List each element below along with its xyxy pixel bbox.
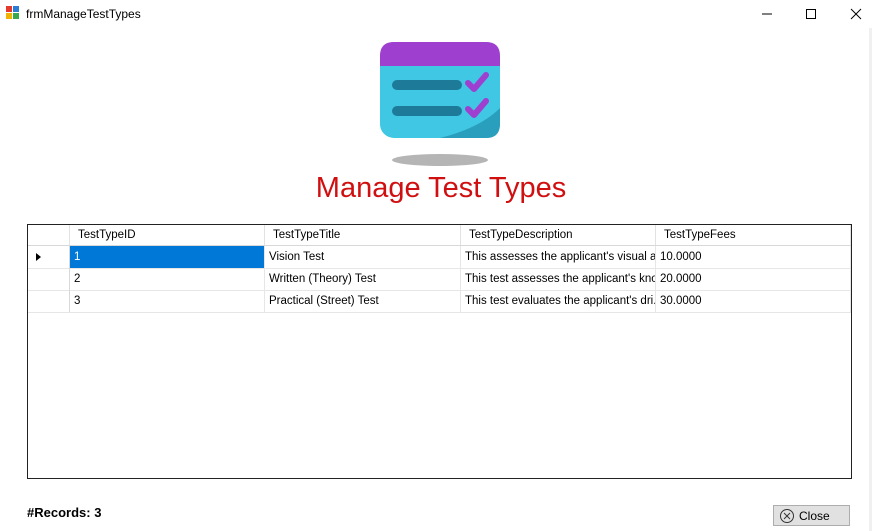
row-header-corner	[28, 225, 70, 245]
current-row-arrow-icon	[36, 253, 41, 261]
records-count: #Records: 3	[27, 505, 102, 520]
window-edge	[869, 28, 872, 531]
close-button-label: Close	[799, 508, 830, 523]
page-title: Manage Test Types	[315, 172, 567, 204]
cell-testtypetitle[interactable]: Practical (Street) Test	[265, 290, 461, 312]
minimize-button[interactable]	[744, 0, 790, 28]
row-selector[interactable]	[28, 268, 70, 290]
table-row[interactable]: 1 Vision Test This assesses the applican…	[28, 246, 851, 269]
maximize-button[interactable]	[788, 0, 834, 28]
row-selector[interactable]	[28, 290, 70, 312]
column-header-testtypedescription[interactable]: TestTypeDescription	[461, 225, 656, 245]
cell-testtypefees[interactable]: 20.0000	[656, 268, 851, 290]
cell-testtypeid[interactable]: 3	[70, 290, 265, 312]
cell-testtypeid[interactable]: 1	[70, 246, 265, 268]
window-title: frmManageTestTypes	[26, 7, 141, 21]
minimize-icon	[762, 13, 772, 15]
close-circle-icon	[780, 508, 794, 523]
app-icon	[6, 6, 20, 20]
cell-testtypetitle[interactable]: Written (Theory) Test	[265, 268, 461, 290]
column-header-testtypetitle[interactable]: TestTypeTitle	[265, 225, 461, 245]
table-row[interactable]: 3 Practical (Street) Test This test eval…	[28, 290, 851, 313]
close-icon	[850, 8, 862, 20]
cell-testtypefees[interactable]: 30.0000	[656, 290, 851, 312]
title-bar: frmManageTestTypes	[0, 0, 882, 28]
row-selector[interactable]	[28, 246, 70, 268]
cell-testtypeid[interactable]: 2	[70, 268, 265, 290]
close-button[interactable]: Close	[773, 505, 850, 526]
maximize-icon	[806, 9, 816, 19]
cell-testtypedescription[interactable]: This assesses the applicant's visual a..…	[461, 246, 656, 268]
cell-testtypedescription[interactable]: This test evaluates the applicant's dri.…	[461, 290, 656, 312]
cell-testtypedescription[interactable]: This test assesses the applicant's kno..…	[461, 268, 656, 290]
test-types-grid[interactable]: TestTypeID TestTypeTitle TestTypeDescrip…	[27, 224, 852, 479]
checklist-logo-icon	[370, 38, 510, 170]
table-row[interactable]: 2 Written (Theory) Test This test assess…	[28, 268, 851, 291]
column-header-testtypeid[interactable]: TestTypeID	[70, 225, 265, 245]
close-window-button[interactable]	[833, 0, 879, 28]
cell-testtypetitle[interactable]: Vision Test	[265, 246, 461, 268]
cell-testtypefees[interactable]: 10.0000	[656, 246, 851, 268]
column-header-testtypefees[interactable]: TestTypeFees	[656, 225, 851, 245]
grid-header: TestTypeID TestTypeTitle TestTypeDescrip…	[28, 225, 851, 246]
